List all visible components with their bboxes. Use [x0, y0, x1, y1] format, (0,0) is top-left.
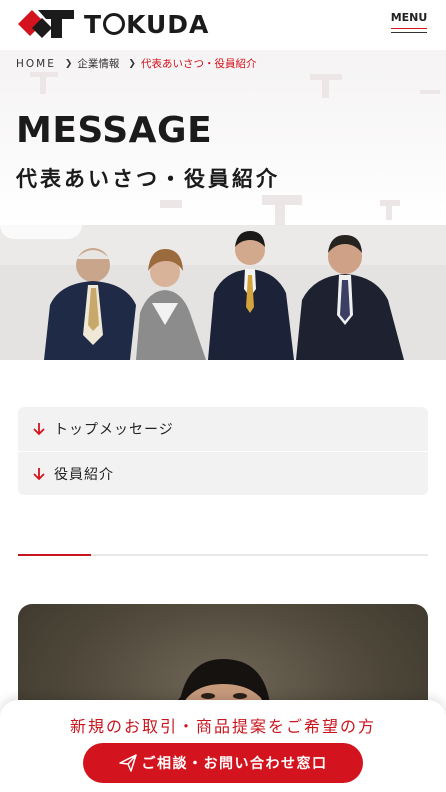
- arrow-down-icon: [33, 467, 45, 480]
- breadcrumb-current: 代表あいさつ・役員紹介: [140, 58, 257, 70]
- arrow-down-icon: [33, 423, 45, 436]
- anchor-link-executives[interactable]: 役員紹介: [18, 451, 428, 495]
- site-header: T KUDA MENU: [0, 0, 446, 50]
- tokuda-logo[interactable]: T KUDA: [18, 8, 209, 40]
- executives-group-photo: [0, 225, 446, 360]
- breadcrumb-home-link[interactable]: HOME: [16, 58, 56, 70]
- photo-notch: [0, 225, 82, 239]
- page-title: MESSAGE: [16, 110, 213, 151]
- section-divider-accent: [18, 554, 91, 556]
- cta-text: 新規のお取引・商品提案をご希望の方: [69, 717, 376, 736]
- paper-plane-icon: [118, 754, 137, 772]
- anchor-nav: トップメッセージ 役員紹介: [18, 407, 428, 495]
- contact-button[interactable]: ご相談・お問い合わせ窓口: [83, 743, 363, 783]
- menu-line-icon: [391, 28, 427, 29]
- chevron-right-icon: ❯: [64, 58, 73, 69]
- menu-button[interactable]: MENU: [390, 11, 428, 37]
- anchor-link-top-message[interactable]: トップメッセージ: [18, 407, 428, 451]
- breadcrumb: HOME ❯ 企業情報 ❯ 代表あいさつ・役員紹介: [16, 56, 256, 71]
- logo-wordmark: T KUDA: [84, 9, 210, 39]
- chevron-right-icon: ❯: [128, 58, 136, 69]
- logo-mark-icon: [18, 10, 74, 38]
- anchor-link-label: トップメッセージ: [54, 422, 174, 438]
- page-subtitle: 代表あいさつ・役員紹介: [16, 167, 280, 191]
- menu-label: MENU: [390, 11, 428, 24]
- contact-button-label: ご相談・お問い合わせ窓口: [141, 756, 328, 772]
- menu-line-icon: [391, 32, 427, 33]
- breadcrumb-company-link[interactable]: 企業情報: [77, 56, 119, 71]
- anchor-link-label: 役員紹介: [54, 466, 114, 483]
- contact-cta-panel: 新規のお取引・商品提案をご希望の方 ご相談・お問い合わせ窓口: [0, 700, 446, 792]
